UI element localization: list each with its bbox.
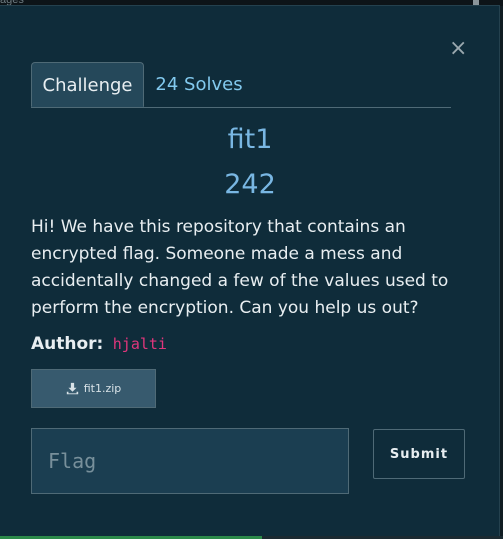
challenge-points: 242 bbox=[224, 169, 276, 200]
file-name: fit1.zip bbox=[83, 382, 122, 395]
challenge-name: fit1 bbox=[227, 124, 273, 155]
flag-input[interactable] bbox=[31, 428, 349, 494]
download-file-button[interactable]: fit1.zip bbox=[31, 369, 156, 408]
submit-button[interactable]: Submit bbox=[373, 429, 465, 479]
modal-tabs: Challenge 24 Solves bbox=[31, 62, 451, 108]
challenge-description: Hi! We have this repository that contain… bbox=[31, 217, 449, 318]
download-icon bbox=[66, 382, 78, 395]
tab-solves[interactable]: 24 Solves bbox=[144, 62, 254, 107]
author-label: Author: bbox=[31, 334, 104, 354]
close-icon[interactable]: × bbox=[449, 38, 467, 60]
author-line: Author: hjalti bbox=[31, 334, 167, 354]
tab-challenge[interactable]: Challenge bbox=[31, 62, 144, 107]
author-name: hjalti bbox=[112, 335, 167, 353]
challenge-modal: × Challenge 24 Solves fit1 242 Hi! We ha… bbox=[0, 5, 500, 539]
